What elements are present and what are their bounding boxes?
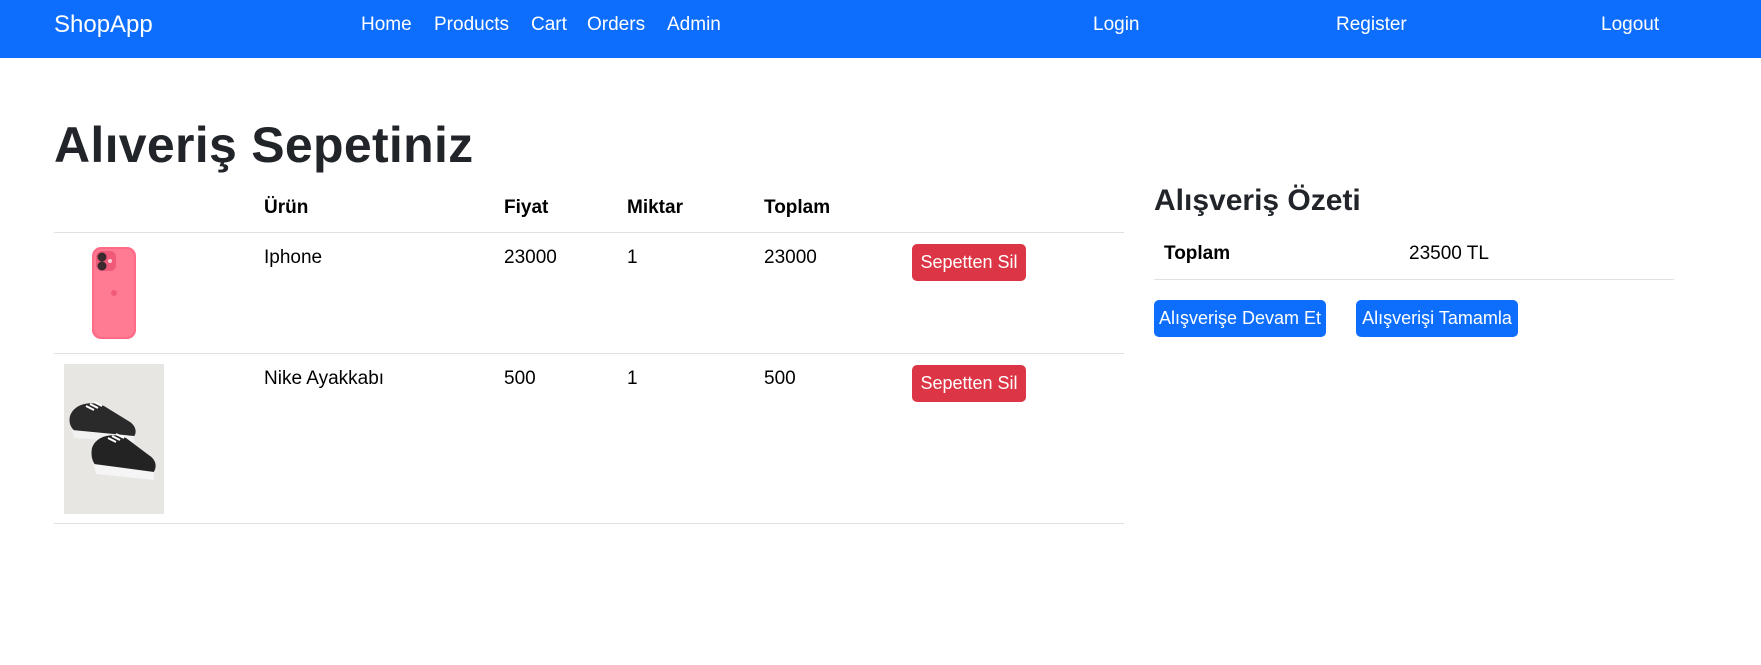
nav-link-register[interactable]: Register [1336, 14, 1407, 36]
remove-from-cart-button[interactable]: Sepetten Sil [912, 365, 1026, 402]
phone-product-image [64, 243, 164, 348]
table-row: Iphone 23000 1 23000 Sepetten Sil [54, 233, 1124, 354]
nav-link-cart[interactable]: Cart [531, 14, 567, 36]
nav-link-home[interactable]: Home [361, 14, 412, 36]
page-title: Alıveriş Sepetiniz [54, 117, 474, 173]
product-quantity: 1 [627, 368, 638, 389]
remove-from-cart-button[interactable]: Sepetten Sil [912, 244, 1026, 281]
cart-table-header: Ürün Fiyat Miktar Toplam [54, 188, 1124, 233]
product-total: 23000 [764, 247, 817, 268]
summary-title: Alışveriş Özeti [1154, 184, 1361, 217]
product-name: Iphone [264, 247, 323, 268]
summary-total-value: 23500 TL [1409, 243, 1489, 264]
brand-link[interactable]: ShopApp [54, 11, 153, 39]
cart-table: Ürün Fiyat Miktar Toplam Iphone 23000 1 … [54, 188, 1124, 524]
header-product: Ürün [264, 197, 309, 218]
header-price: Fiyat [504, 197, 549, 218]
product-price: 500 [504, 368, 536, 389]
checkout-button[interactable]: Alışverişi Tamamla [1356, 300, 1518, 337]
product-quantity: 1 [627, 247, 638, 268]
continue-shopping-button[interactable]: Alışverişe Devam Et [1154, 300, 1326, 337]
header-total: Toplam [764, 197, 831, 218]
product-total: 500 [764, 368, 796, 389]
sneakers-product-image [64, 364, 164, 519]
nav-link-products[interactable]: Products [434, 14, 509, 36]
table-row: Nike Ayakkabı 500 1 500 Sepetten Sil [54, 354, 1124, 524]
navbar: ShopApp Home Products Cart Orders Admin … [0, 0, 1761, 58]
nav-link-orders[interactable]: Orders [587, 14, 645, 36]
summary-total-row: Toplam 23500 TL [1154, 232, 1674, 280]
summary-total-label: Toplam [1164, 243, 1231, 264]
product-name: Nike Ayakkabı [264, 368, 385, 389]
nav-link-login[interactable]: Login [1093, 14, 1140, 36]
header-quantity: Miktar [627, 197, 683, 218]
nav-link-logout[interactable]: Logout [1601, 14, 1659, 36]
product-price: 23000 [504, 247, 557, 268]
nav-link-admin[interactable]: Admin [667, 14, 721, 36]
